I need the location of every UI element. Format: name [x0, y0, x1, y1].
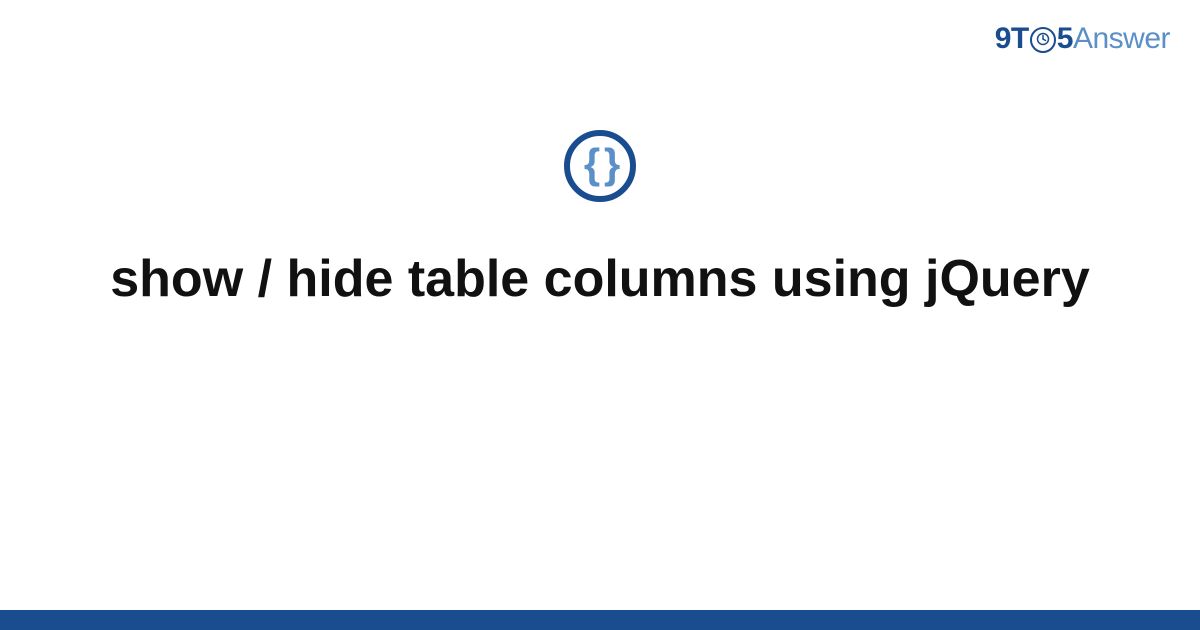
- code-braces-icon: { }: [584, 143, 616, 185]
- site-logo: 9T 5 Answer: [995, 22, 1170, 56]
- logo-text-answer: Answer: [1073, 22, 1170, 56]
- main-content: { } show / hide table columns using jQue…: [0, 130, 1200, 313]
- logo-text-9t: 9T: [995, 22, 1029, 56]
- clock-icon: [1030, 27, 1056, 53]
- page-title: show / hide table columns using jQuery: [70, 246, 1130, 313]
- footer-bar: [0, 610, 1200, 630]
- category-badge: { }: [564, 130, 636, 202]
- logo-text-5: 5: [1057, 22, 1073, 56]
- clock-icon-inner: [1036, 32, 1050, 49]
